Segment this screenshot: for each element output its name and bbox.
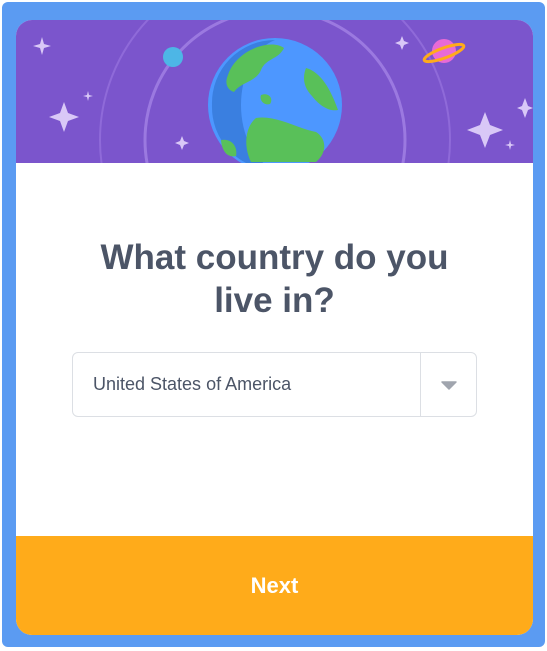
moon-icon — [163, 47, 183, 67]
planet-icon — [422, 39, 466, 64]
dropdown-toggle[interactable] — [421, 353, 476, 416]
question-line-2: live in? — [214, 281, 335, 320]
country-select-value: United States of America — [93, 374, 292, 394]
modal-frame: What country do you live in? United Stat… — [2, 2, 545, 647]
banner-illustration — [16, 20, 533, 163]
country-dialog: What country do you live in? United Stat… — [16, 20, 533, 635]
earth-icon — [208, 38, 342, 163]
next-button[interactable]: Next — [16, 536, 533, 635]
caret-down-icon — [441, 381, 457, 390]
country-select[interactable]: United States of America — [72, 352, 477, 417]
page-title: What country do you live in? — [16, 236, 533, 322]
earth-globe-illustration — [33, 20, 533, 163]
question-line-1: What country do you — [100, 238, 449, 277]
